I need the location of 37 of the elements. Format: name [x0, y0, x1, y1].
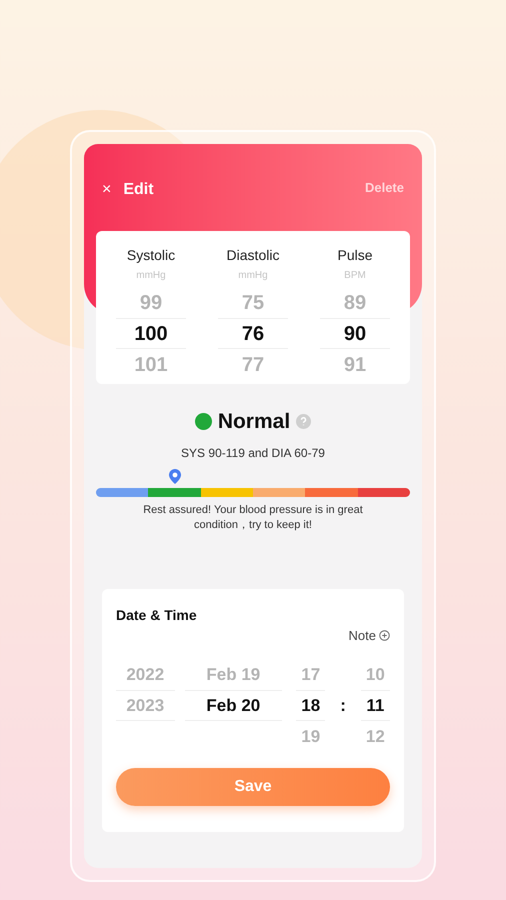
- picker-value[interactable]: 89: [344, 288, 366, 318]
- picker-value[interactable]: 19: [301, 724, 320, 750]
- note-button[interactable]: Note: [348, 626, 390, 645]
- picker-value[interactable]: 100: [134, 318, 168, 348]
- unit-label: mmHg: [136, 269, 166, 283]
- picker-value[interactable]: 91: [344, 350, 366, 380]
- reading-label: Pulse: [337, 246, 373, 265]
- plus-circle-icon: [379, 630, 390, 641]
- picker-value[interactable]: 18: [301, 692, 320, 718]
- picker-value[interactable]: Feb 20: [206, 692, 260, 718]
- status-message: Rest assured! Your blood pressure is in great condition，try to keep it!: [142, 502, 364, 532]
- unit-label: mmHg: [238, 269, 268, 283]
- picker-value[interactable]: 75: [242, 288, 264, 318]
- close-button[interactable]: ×: [102, 178, 112, 202]
- status-label: Normal: [218, 409, 290, 435]
- picker-value[interactable]: 11: [366, 692, 384, 718]
- range-text: SYS 90-119 and DIA 60-79: [181, 444, 325, 462]
- picker-value[interactable]: 90: [344, 318, 366, 348]
- picker-value[interactable]: 77: [242, 350, 264, 380]
- picker-value[interactable]: 10: [366, 662, 385, 688]
- unit-label: BPM: [344, 269, 366, 283]
- picker-value[interactable]: 2022: [126, 662, 164, 688]
- picker-value[interactable]: 12: [366, 724, 385, 750]
- picker-value[interactable]: Feb 19: [206, 662, 260, 688]
- time-separator: :: [340, 694, 346, 717]
- reading-label: Systolic: [126, 246, 176, 265]
- picker-value[interactable]: 101: [134, 350, 168, 380]
- section-title: Date & Time: [116, 606, 198, 624]
- picker-value[interactable]: 17: [301, 662, 320, 688]
- picker-value[interactable]: 99: [140, 288, 162, 318]
- delete-button[interactable]: Delete: [364, 178, 404, 198]
- help-icon[interactable]: [296, 414, 312, 430]
- save-button[interactable]: Save: [116, 768, 390, 806]
- picker-value[interactable]: 2023: [126, 692, 164, 718]
- screen-title: Edit: [123, 180, 154, 200]
- reading-label: Diastolic: [226, 246, 280, 265]
- picker-value[interactable]: 76: [242, 318, 264, 348]
